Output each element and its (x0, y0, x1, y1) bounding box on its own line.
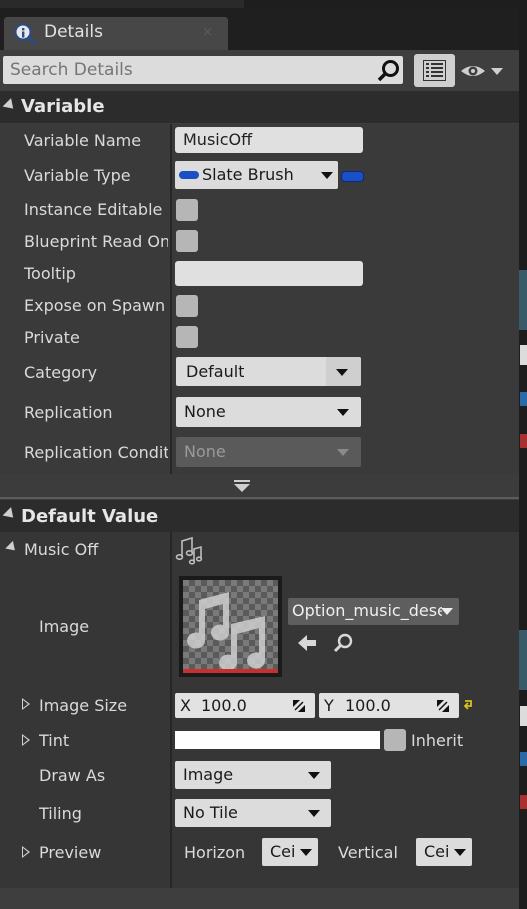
variable-name-label: Variable Name (24, 131, 142, 150)
use-selected-arrow-icon[interactable] (296, 633, 318, 653)
inherit-checkbox[interactable] (384, 729, 406, 751)
music-notes-thumbnail-icon (183, 580, 278, 669)
category-header-variable[interactable]: Variable (0, 91, 519, 123)
x-axis-label: X (180, 696, 191, 715)
image-size-y-value: 100.0 (345, 696, 391, 715)
visibility-eye-icon[interactable] (459, 60, 505, 82)
blueprint-read-only-label: Blueprint Read Onl (24, 232, 168, 251)
replication-dropdown[interactable]: None (176, 397, 361, 427)
private-label: Private (24, 328, 80, 347)
category-title-default-value: Default Value (21, 506, 159, 527)
tint-label: Tint (39, 731, 70, 750)
variable-type-label: Variable Type (24, 166, 131, 185)
category-separator (0, 497, 519, 499)
music-off-label: Music Off (24, 540, 99, 559)
collapse-arrow-icon (2, 507, 18, 522)
image-size-x-field[interactable]: X 100.0 (175, 693, 315, 718)
view-options-button[interactable] (414, 54, 455, 87)
replication-label: Replication (24, 403, 113, 422)
tab-title: Details (44, 22, 103, 42)
chevron-down-icon (308, 810, 320, 817)
drag-resize-icon (293, 700, 305, 712)
horizontal-alignment-label: Horizon (184, 843, 246, 862)
expand-arrow-icon[interactable] (22, 846, 30, 858)
slate-brush-music-icon (175, 536, 203, 565)
tab-close-icon[interactable]: × (202, 25, 213, 40)
instance-editable-label: Instance Editable (24, 200, 163, 219)
image-size-y-field[interactable]: Y 100.0 (319, 693, 459, 718)
horizontal-alignment-dropdown[interactable]: Cei (262, 838, 318, 866)
chevron-down-icon (337, 409, 349, 416)
variable-type-dropdown[interactable]: Slate Brush (175, 161, 338, 189)
category-value: Default (186, 362, 245, 381)
chevron-down-icon (321, 172, 333, 179)
variable-name-value: MusicOff (183, 130, 253, 149)
advanced-expander[interactable] (0, 474, 519, 498)
image-size-label: Image Size (39, 696, 128, 715)
expose-on-spawn-label: Expose on Spawn (24, 296, 164, 315)
tiling-dropdown[interactable]: No Tile (175, 799, 331, 827)
details-magnifier-icon (14, 23, 37, 46)
search-input[interactable] (10, 59, 370, 81)
texture-type-underline (183, 669, 278, 673)
collapse-arrow-icon (2, 98, 18, 113)
pin-type-icon (179, 171, 199, 179)
expand-arrow-icon[interactable] (22, 698, 30, 710)
instance-editable-checkbox[interactable] (176, 199, 198, 221)
inherit-label: Inherit (411, 731, 464, 750)
chevron-down-icon (337, 449, 349, 456)
search-icon[interactable] (376, 58, 402, 84)
tooltip-label: Tooltip (24, 264, 76, 283)
expand-arrow-icon[interactable] (22, 734, 30, 746)
tiling-label: Tiling (39, 804, 82, 823)
column-splitter[interactable] (170, 124, 172, 474)
property-matrix-icon (423, 60, 446, 81)
right-edge-strip (519, 0, 527, 909)
horizontal-alignment-value: Cei (270, 842, 296, 861)
tab-details[interactable] (4, 17, 228, 50)
blueprint-read-only-checkbox[interactable] (176, 230, 198, 252)
preview-label: Preview (39, 843, 102, 862)
reset-to-default-icon[interactable] (464, 698, 476, 712)
draw-as-dropdown[interactable]: Image (175, 761, 331, 789)
expand-down-icon (234, 480, 250, 492)
category-header-default-value[interactable]: Default Value (0, 500, 519, 532)
drag-resize-icon (437, 700, 449, 712)
tint-color-swatch[interactable] (175, 731, 380, 749)
replication-value: None (184, 402, 226, 421)
image-asset-name: Option_music_dese (292, 601, 442, 620)
chevron-down-icon (300, 849, 312, 856)
chevron-down-icon (336, 369, 348, 376)
category-title-variable: Variable (21, 96, 105, 117)
chevron-down-icon (308, 772, 320, 779)
browse-search-icon[interactable] (331, 632, 355, 654)
vertical-alignment-value: Cei (424, 842, 450, 861)
vertical-alignment-label: Vertical (338, 843, 398, 862)
draw-as-label: Draw As (39, 766, 106, 785)
replication-condition-value: None (184, 442, 226, 461)
expose-on-spawn-checkbox[interactable] (176, 295, 198, 317)
image-asset-picker[interactable]: Option_music_dese (288, 598, 459, 625)
image-label: Image (39, 617, 90, 636)
window-top-strip (0, 0, 527, 8)
vertical-alignment-dropdown[interactable]: Cei (416, 838, 472, 866)
texture-thumbnail[interactable] (179, 576, 282, 677)
replication-condition-label: Replication Conditi (24, 443, 168, 462)
draw-as-value: Image (183, 765, 234, 784)
chevron-down-icon (441, 608, 453, 615)
variable-type-value: Slate Brush (202, 165, 294, 184)
tiling-value: No Tile (183, 803, 238, 822)
chevron-down-icon (454, 849, 466, 856)
y-axis-label: Y (324, 696, 334, 715)
variable-name-field[interactable]: MusicOff (175, 127, 363, 153)
column-splitter[interactable] (170, 532, 172, 888)
category-combobox[interactable]: Default (176, 357, 361, 386)
image-size-x-value: 100.0 (201, 696, 247, 715)
private-checkbox[interactable] (176, 326, 198, 348)
tooltip-field[interactable] (175, 261, 363, 286)
replication-condition-dropdown: None (176, 437, 361, 467)
category-label: Category (24, 363, 98, 382)
container-type-icon[interactable] (341, 171, 364, 182)
